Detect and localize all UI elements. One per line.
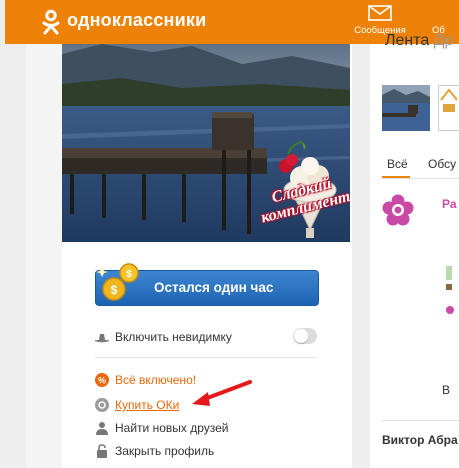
svg-text:$: $	[111, 283, 118, 297]
percent-badge-icon: %	[95, 373, 109, 387]
ok-logo-icon[interactable]	[41, 9, 61, 35]
filter-all[interactable]: Всё	[387, 157, 408, 171]
filter-discussions[interactable]: Обсу	[428, 157, 456, 171]
buy-oki-item[interactable]: Купить ОКи	[95, 396, 179, 414]
all-inclusive-label: Всё включено!	[115, 373, 197, 387]
oki-coin-icon	[95, 398, 109, 412]
all-inclusive-item[interactable]: % Всё включено!	[95, 371, 196, 389]
tab-friends[interactable]: Др	[434, 32, 454, 49]
menu-divider	[95, 357, 317, 358]
close-profile-item[interactable]: Закрыть профиль	[95, 442, 214, 460]
buy-oki-link[interactable]: Купить ОКи	[115, 398, 179, 412]
tab-feed[interactable]: Лента	[385, 32, 429, 49]
flower-avatar-icon[interactable]	[381, 193, 415, 227]
feed-user-name[interactable]: Виктор Абра	[382, 433, 458, 447]
brand-title[interactable]: одноклассники	[67, 10, 206, 31]
filter-divider	[382, 178, 459, 179]
coins-icon: $ $	[96, 263, 139, 301]
feed-divider	[382, 420, 459, 421]
feed-thumbnail-secondary[interactable]	[438, 85, 459, 131]
feed-author-initial[interactable]: Ра	[442, 197, 457, 211]
left-gutter	[26, 44, 62, 468]
feed-thumbnail[interactable]	[382, 85, 430, 131]
envelope-icon	[368, 5, 392, 21]
svg-text:%: %	[98, 376, 106, 386]
invisible-mode-item[interactable]: Включить невидимку	[95, 328, 232, 346]
find-friends-label: Найти новых друзей	[115, 421, 229, 435]
profile-photo[interactable]: Сладкий комплимент	[62, 44, 350, 242]
invisible-mode-label: Включить невидимку	[115, 330, 232, 344]
find-friends-item[interactable]: Найти новых друзей	[95, 419, 229, 437]
sticker-thumbnail-icon	[440, 88, 458, 112]
feed-preview-icons	[446, 266, 454, 314]
feed-tabs: Лента Др	[385, 32, 453, 50]
close-profile-label: Закрыть профиль	[115, 444, 215, 458]
hat-icon	[95, 334, 109, 343]
promo-button[interactable]: $ $ Остался один час	[95, 263, 319, 306]
red-arrow-icon	[192, 380, 252, 406]
feed-item-initial: В	[442, 383, 451, 397]
invisible-mode-toggle[interactable]	[293, 328, 317, 344]
toggle-knob	[294, 329, 308, 343]
promo-label: Остался один час	[154, 280, 274, 295]
svg-text:$: $	[126, 269, 132, 280]
person-icon	[96, 422, 108, 435]
lake-thumbnail-image	[382, 85, 430, 131]
padlock-icon	[97, 444, 107, 458]
